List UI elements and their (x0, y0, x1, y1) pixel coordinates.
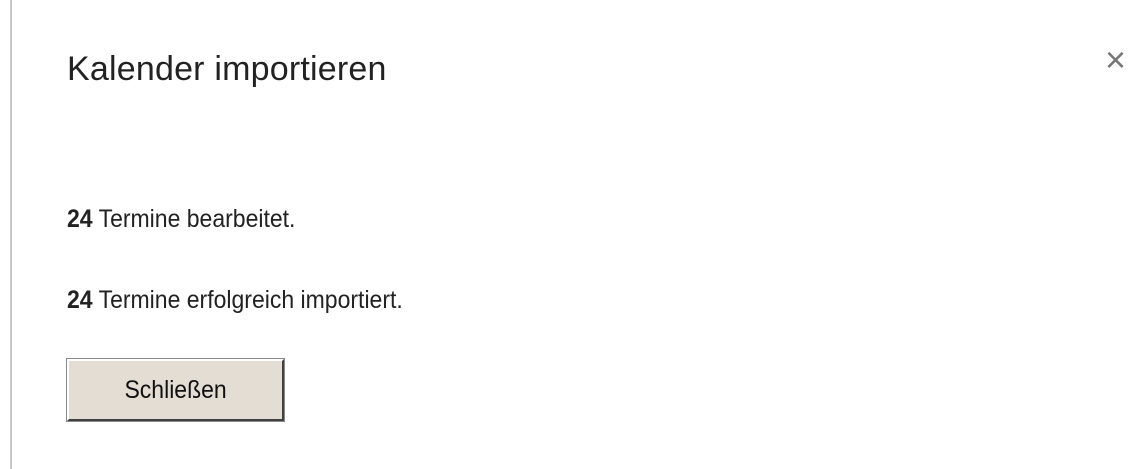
imported-events-text: Termine erfolgreich importiert. (98, 286, 403, 314)
close-icon[interactable]: × (1105, 40, 1131, 80)
processed-events-message: 24 Termine bearbeitet. (67, 205, 295, 234)
close-button[interactable]: Schließen (66, 358, 285, 422)
dialog-left-border (10, 0, 12, 469)
dialog-title: Kalender importieren (67, 50, 387, 88)
import-calendar-dialog: Kalender importieren × 24 Termine bearbe… (0, 0, 1131, 469)
imported-events-message: 24 Termine erfolgreich importiert. (67, 286, 403, 315)
processed-events-text: Termine bearbeitet. (98, 205, 296, 233)
close-button-label: Schließen (124, 375, 227, 404)
imported-events-count: 24 (67, 286, 93, 314)
processed-events-count: 24 (67, 205, 93, 233)
